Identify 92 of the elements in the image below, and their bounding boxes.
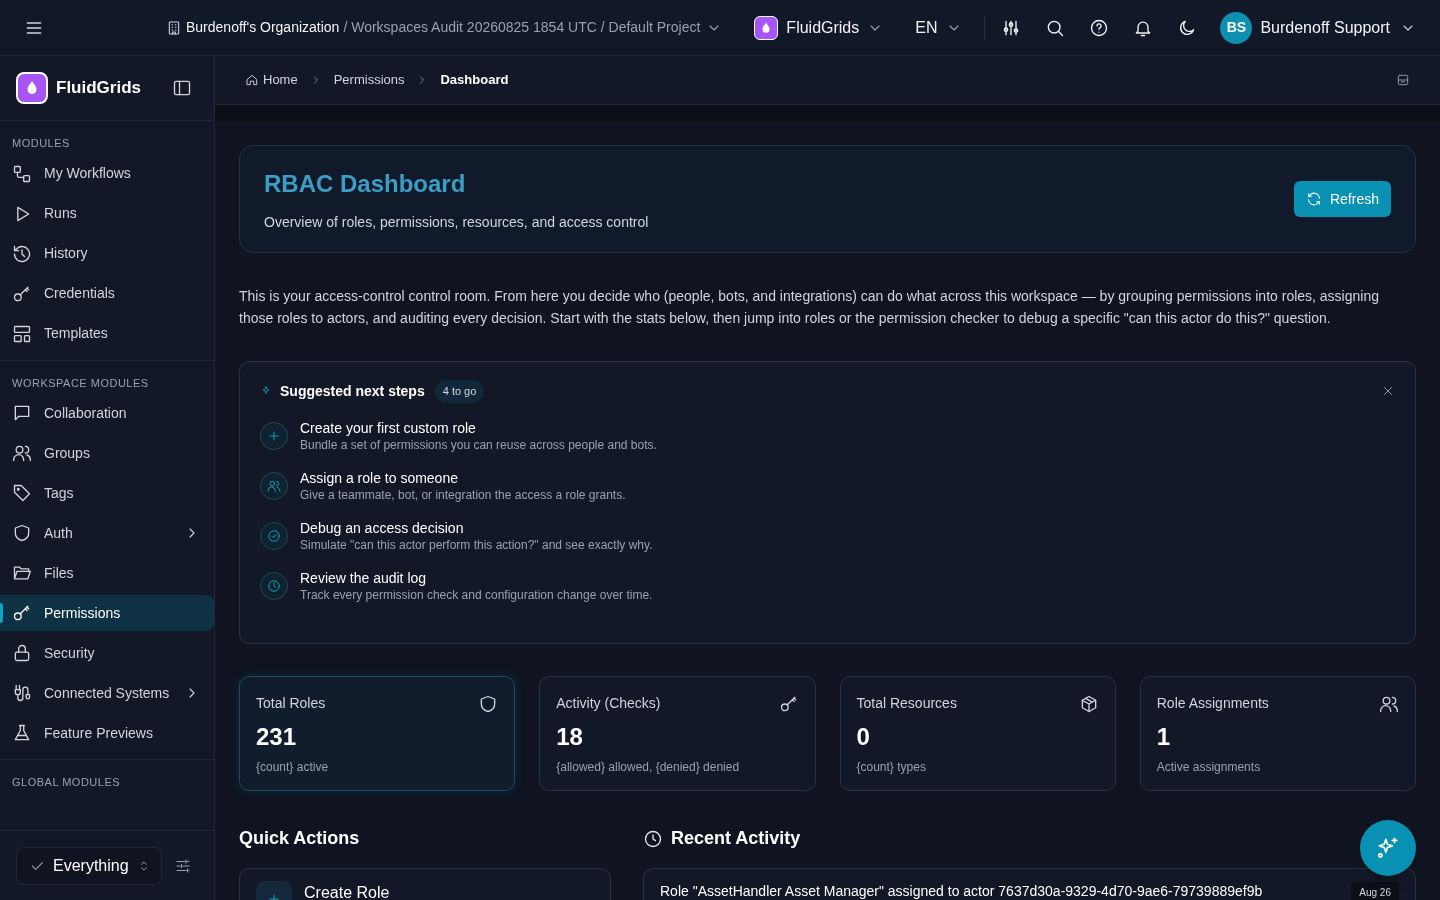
intro-paragraph: This is your access-control control room. From here you decide who (people, bots, and integrations) can do what across this workspace — by grouping permissions into roles, assigning those roles to actors, and auditing every decision. Start with the stats below, then jump into roles or the permission checker to debug a specific "can this actor do this?" question.	[239, 287, 1380, 328]
step-description: Bundle a set of permissions you can reuse across people and bots.	[300, 436, 657, 453]
scope-filter[interactable]: Everything	[16, 846, 162, 885]
stat-label: Activity (Checks)	[556, 694, 661, 713]
next-steps-title: Suggested next steps	[280, 381, 425, 401]
workflow-icon	[12, 163, 32, 184]
sidebar-toggle[interactable]	[172, 78, 192, 98]
sidebar-item[interactable]: Connected Systems	[0, 675, 214, 711]
date-badge: Aug 26	[1351, 882, 1399, 900]
layout-icon	[12, 323, 32, 344]
user-menu[interactable]: BS Burdenoff Support	[1220, 11, 1416, 44]
section-title: Recent Activity	[671, 827, 801, 850]
stat-label: Role Assignments	[1156, 694, 1269, 713]
next-step-item[interactable]: Review the audit log Track every permission check and configuration change over time.	[260, 568, 1395, 603]
stat-value: 0	[856, 722, 871, 752]
user-avatar: BS	[1220, 11, 1253, 44]
section-title: Quick Actions	[239, 827, 361, 850]
step-description: Give a teammate, bot, or integration the access a role grants.	[300, 486, 626, 503]
sidebar-item[interactable]: Tags	[0, 475, 214, 511]
stat-note: {allowed} allowed, {denied} denied	[556, 759, 741, 776]
language-switcher[interactable]: EN	[915, 15, 962, 40]
sidebar-item[interactable]: Groups	[0, 435, 214, 471]
sidebar-icon	[172, 78, 192, 98]
step-title: Assign a role to someone	[300, 468, 459, 487]
organization-name[interactable]: Burdenoff's Organization	[186, 17, 340, 38]
activity-text: Role "AssetHandler Asset Manager" assigned to actor 7637d30a-9329-4d70-9ae6-79739889ef9b	[660, 882, 1264, 900]
section-heading: MODULES	[11, 136, 71, 151]
next-step-item[interactable]: Debug an access decision Simulate "can this actor perform this action?" and see exactly why.	[260, 518, 1395, 553]
section-heading: GLOBAL MODULES	[11, 775, 122, 790]
sidebar-item[interactable]: Feature Previews	[0, 715, 214, 751]
history-icon	[12, 243, 32, 264]
stat-note: Active assignments	[1156, 759, 1262, 776]
sidebar-item[interactable]: Templates	[0, 315, 214, 352]
building-icon	[166, 19, 182, 36]
step-title: Debug an access decision	[300, 518, 465, 537]
next-step-item[interactable]: Create your first custom role Bundle a set of permissions you can reuse across people and bots.	[260, 418, 1395, 453]
breadcrumb-link[interactable]: Home	[245, 70, 298, 90]
workspace-path[interactable]: / Workspaces Audit 20260825 1854 UTC / Default Project	[343, 17, 701, 38]
stat-value: 18	[556, 722, 584, 752]
refresh-icon	[1305, 191, 1322, 207]
collapse-icon	[1396, 73, 1410, 87]
breadcrumb-link[interactable]: Dashboard	[440, 70, 509, 90]
app-logo-icon	[754, 15, 779, 40]
stat-label: Total Roles	[256, 694, 326, 713]
step-description: Track every permission check and configuration change over time.	[300, 586, 653, 603]
app-switcher[interactable]: FluidGrids	[754, 15, 884, 40]
chat-icon	[12, 403, 32, 423]
next-step-item[interactable]: Assign a role to someone Give a teammate, bot, or integration the access a role grants.	[260, 468, 1395, 503]
step-description: Simulate "can this actor perform this action?" and see exactly why.	[300, 536, 653, 553]
stat-card[interactable]: Role Assignments 1 Active assignments	[1139, 676, 1416, 791]
stat-label: Total Resources	[856, 694, 957, 713]
stat-card[interactable]: Total Roles 231 {count} active	[239, 676, 516, 791]
step-title: Review the audit log	[300, 568, 428, 587]
stat-card[interactable]: Activity (Checks) 18 {allowed} allowed, {denied} denied	[539, 676, 816, 791]
key-icon	[12, 603, 32, 623]
brand-name: FluidGrids	[56, 77, 141, 100]
stat-note: {count} active	[256, 759, 330, 776]
sidebar-item[interactable]: Files	[0, 555, 214, 591]
section-heading: WORKSPACE MODULES	[11, 375, 150, 391]
refresh-button[interactable]: Refresh	[1293, 181, 1391, 217]
quick-action-card[interactable]: Create Role	[239, 868, 611, 900]
clock-icon	[643, 828, 663, 849]
help-icon	[1088, 17, 1109, 38]
help-button[interactable]	[1088, 17, 1109, 38]
collapse-button[interactable]	[1396, 73, 1410, 87]
sparkles-icon	[1375, 835, 1401, 861]
stat-value: 1	[1156, 722, 1172, 752]
page-title: RBAC Dashboard	[264, 168, 467, 199]
ai-assistant-button[interactable]	[1360, 820, 1416, 876]
sidebar-item[interactable]: My Workflows	[0, 155, 214, 192]
app-logo-icon	[16, 72, 48, 104]
sidebar-item[interactable]: Permissions	[0, 595, 214, 631]
page-subtitle: Overview of roles, permissions, resources, and access control	[264, 212, 650, 232]
users-icon	[12, 443, 32, 463]
remaining-badge: 4 to go	[434, 380, 485, 403]
sidebar-item[interactable]: Collaboration	[0, 395, 214, 431]
shield-icon	[12, 523, 32, 543]
stat-note: {count} types	[856, 759, 927, 776]
home-icon	[245, 73, 259, 87]
lock-icon	[12, 643, 32, 663]
stat-card[interactable]: Total Resources 0 {count} types	[839, 676, 1116, 791]
tag-icon	[12, 483, 32, 503]
breadcrumb-link[interactable]: Permissions	[333, 70, 405, 90]
sidebar-item[interactable]: Auth	[0, 515, 214, 551]
sidebar-item[interactable]: Security	[0, 635, 214, 671]
stat-value: 231	[256, 722, 298, 752]
sidebar-item[interactable]: Runs	[0, 195, 214, 232]
sidebar-item[interactable]: History	[0, 235, 214, 272]
step-title: Create your first custom role	[300, 418, 477, 437]
plug-icon	[12, 683, 32, 703]
sidebar-item[interactable]: Credentials	[0, 275, 214, 312]
flask-icon	[12, 723, 32, 743]
